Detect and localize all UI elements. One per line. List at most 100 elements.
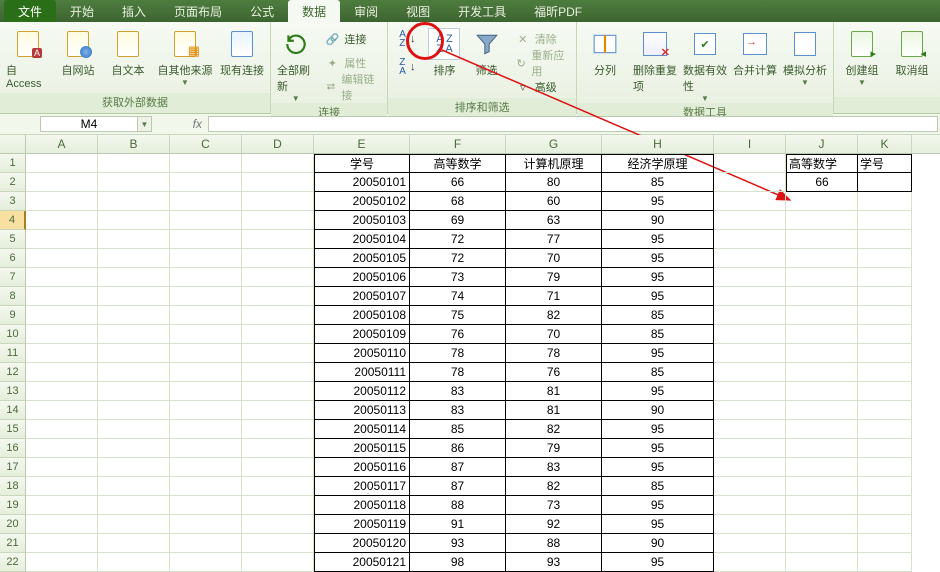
cell[interactable] [786, 344, 858, 363]
cell[interactable]: 20050113 [314, 401, 410, 420]
cell[interactable] [714, 458, 786, 477]
cell[interactable] [242, 230, 314, 249]
cell[interactable] [26, 344, 98, 363]
cell[interactable] [98, 268, 170, 287]
row-header[interactable]: 3 [0, 192, 26, 211]
cell[interactable]: 98 [410, 553, 506, 572]
cell[interactable] [98, 173, 170, 192]
cell[interactable] [858, 553, 912, 572]
tab-data[interactable]: 数据 [288, 0, 340, 22]
cell[interactable]: 95 [602, 515, 714, 534]
filter-button[interactable]: 筛选 [469, 26, 505, 78]
cell[interactable] [26, 496, 98, 515]
cell[interactable]: 20050118 [314, 496, 410, 515]
cell[interactable] [26, 287, 98, 306]
cell[interactable]: 20050111 [314, 363, 410, 382]
cell[interactable]: 76 [506, 363, 602, 382]
cell[interactable]: 95 [602, 382, 714, 401]
ungroup-button[interactable]: ◂取消组 [890, 26, 934, 78]
cell[interactable] [242, 211, 314, 230]
cell[interactable]: 85 [602, 325, 714, 344]
connections-button[interactable]: 🔗连接 [320, 28, 381, 50]
cell[interactable] [714, 496, 786, 515]
cell[interactable] [170, 230, 242, 249]
cell[interactable] [26, 363, 98, 382]
edit-links-button[interactable]: ⮂编辑链接 [320, 76, 381, 98]
cell[interactable] [170, 325, 242, 344]
cell[interactable] [714, 306, 786, 325]
cell[interactable]: 68 [410, 192, 506, 211]
from-other-button[interactable]: ▦自其他来源▼ [156, 26, 214, 87]
row-header[interactable]: 16 [0, 439, 26, 458]
cell[interactable]: 93 [506, 553, 602, 572]
cell[interactable] [242, 173, 314, 192]
cell[interactable] [242, 382, 314, 401]
cell[interactable] [714, 344, 786, 363]
cell[interactable] [858, 420, 912, 439]
cell[interactable] [858, 382, 912, 401]
cell[interactable] [242, 192, 314, 211]
cell[interactable] [242, 325, 314, 344]
cell[interactable]: 85 [602, 306, 714, 325]
tab-view[interactable]: 视图 [392, 0, 444, 22]
cell[interactable] [98, 249, 170, 268]
row-header[interactable]: 10 [0, 325, 26, 344]
data-validation-button[interactable]: ✔数据有效性▼ [683, 26, 727, 103]
cell[interactable] [170, 534, 242, 553]
col-header[interactable]: E [314, 135, 410, 153]
consolidate-button[interactable]: →合并计算 [733, 26, 777, 78]
cell[interactable] [786, 211, 858, 230]
cell[interactable] [858, 325, 912, 344]
cell[interactable]: 计算机原理 [506, 154, 602, 173]
cell[interactable]: 95 [602, 249, 714, 268]
cell[interactable] [170, 420, 242, 439]
cell[interactable]: 72 [410, 230, 506, 249]
cell[interactable] [98, 401, 170, 420]
cell[interactable] [714, 420, 786, 439]
cell[interactable]: 83 [506, 458, 602, 477]
cell[interactable] [714, 363, 786, 382]
cell[interactable] [714, 154, 786, 173]
cell[interactable] [858, 249, 912, 268]
cell[interactable]: 90 [602, 401, 714, 420]
reapply-button[interactable]: ↻重新应用 [511, 52, 570, 74]
tab-foxit[interactable]: 福昕PDF [520, 0, 596, 22]
cell[interactable]: 79 [506, 439, 602, 458]
row-header[interactable]: 9 [0, 306, 26, 325]
cell[interactable] [242, 515, 314, 534]
cell[interactable] [714, 382, 786, 401]
cell[interactable]: 63 [506, 211, 602, 230]
tab-home[interactable]: 开始 [56, 0, 108, 22]
col-header[interactable]: J [786, 135, 858, 153]
cell[interactable] [858, 173, 912, 192]
group-button[interactable]: ▸创建组▼ [840, 26, 884, 87]
row-header[interactable]: 18 [0, 477, 26, 496]
cell[interactable] [714, 534, 786, 553]
existing-connections-button[interactable]: 现有连接 [220, 26, 264, 78]
cell[interactable]: 81 [506, 382, 602, 401]
cell[interactable]: 70 [506, 249, 602, 268]
row-header[interactable]: 21 [0, 534, 26, 553]
cell[interactable] [242, 306, 314, 325]
cell[interactable]: 20050104 [314, 230, 410, 249]
row-header[interactable]: 8 [0, 287, 26, 306]
row-header[interactable]: 12 [0, 363, 26, 382]
cell[interactable] [714, 230, 786, 249]
cell[interactable]: 20050115 [314, 439, 410, 458]
tab-review[interactable]: 审阅 [340, 0, 392, 22]
select-all-corner[interactable] [0, 135, 26, 153]
cell[interactable] [170, 344, 242, 363]
cell[interactable]: 20050116 [314, 458, 410, 477]
cell[interactable]: 86 [410, 439, 506, 458]
cell[interactable]: 91 [410, 515, 506, 534]
column-headers[interactable]: A B C D E F G H I J K [0, 135, 940, 154]
remove-duplicates-button[interactable]: ✕删除重复项 [633, 26, 677, 94]
cell[interactable] [170, 173, 242, 192]
cell[interactable]: 60 [506, 192, 602, 211]
cell[interactable]: 88 [506, 534, 602, 553]
cell[interactable] [170, 192, 242, 211]
cell[interactable] [786, 477, 858, 496]
cell[interactable]: 88 [410, 496, 506, 515]
cell[interactable] [26, 192, 98, 211]
cell[interactable] [26, 439, 98, 458]
